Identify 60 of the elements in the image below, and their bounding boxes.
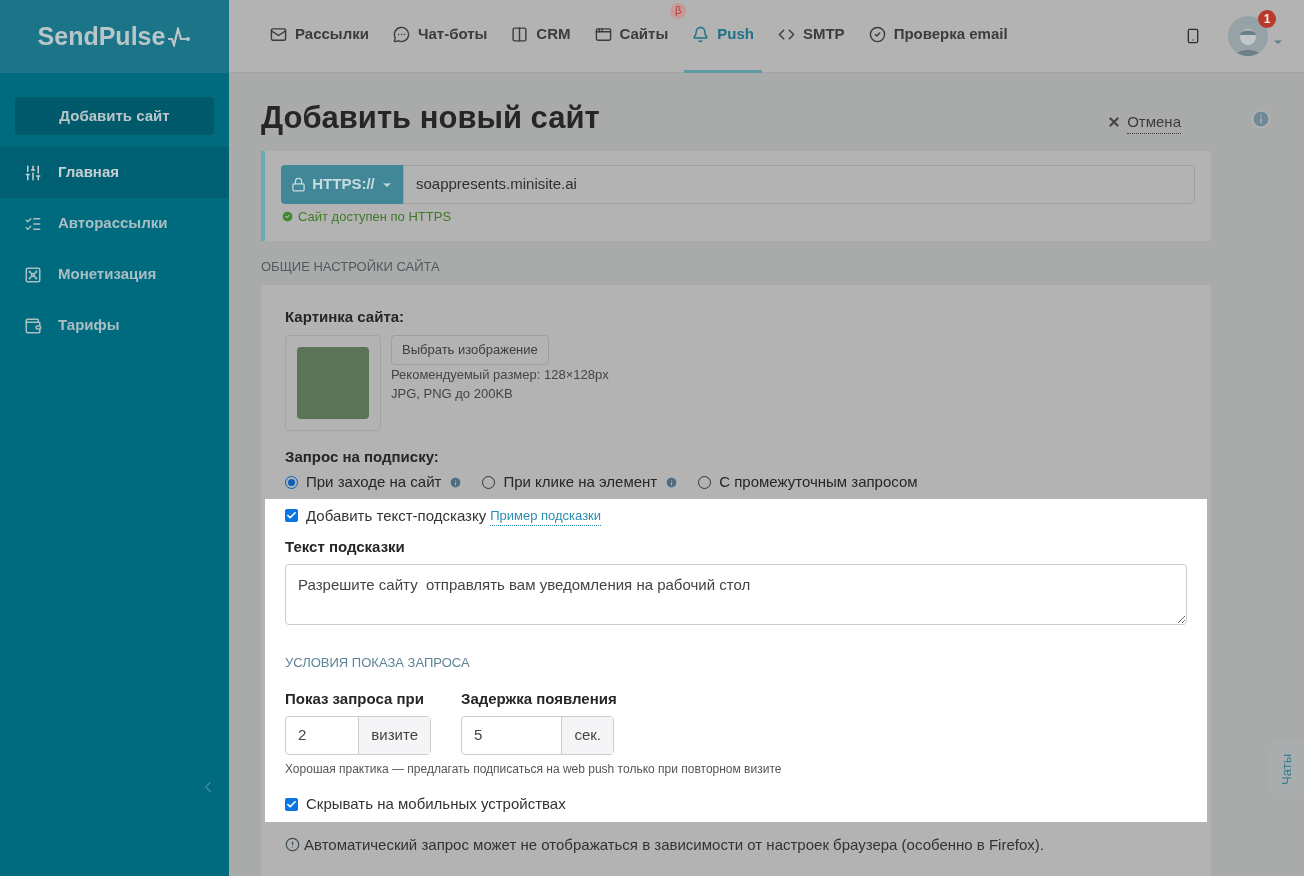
sidebar-item[interactable]: Главная	[0, 147, 229, 198]
alert-icon	[285, 837, 300, 853]
nav-tab[interactable]: Проверка email	[860, 0, 1016, 73]
notification-badge: 1	[1258, 10, 1276, 28]
field-label: Показ запроса при	[285, 689, 425, 709]
nav-tab[interactable]: SMTP	[769, 0, 853, 73]
number-input[interactable]: 2 визите	[285, 716, 431, 755]
radio-label: С промежуточным запросом	[719, 472, 918, 493]
conditions-note: Хорошая практика — предлагать подписаться на web push только при повторном визите	[285, 761, 783, 777]
field-label: Запрос на подписку:	[285, 446, 440, 467]
radio-label: При клике на элемент	[503, 472, 658, 493]
field-label: Текст подсказки	[285, 537, 406, 557]
nav-icon	[392, 26, 410, 43]
cancel-link[interactable]: Отмена	[1127, 110, 1181, 134]
checkbox-label: Скрывать на мобильных устройствах	[306, 794, 566, 814]
https-status: Сайт доступен по HTTPS	[298, 208, 452, 226]
lock-icon	[291, 177, 307, 192]
menu-icon	[24, 316, 42, 335]
hint-text-area[interactable]: Разрешите сайту отправлять вам уведомления на рабочий стол	[285, 564, 1187, 625]
checkbox[interactable]	[285, 509, 298, 523]
warning-text: Автоматический запрос может не отображаться в зависимости от настроек браузера (особенно в Firefox).	[304, 834, 1044, 855]
number-input[interactable]: 5 сек.	[461, 716, 614, 755]
mobile-icon[interactable]	[1185, 28, 1201, 44]
info-icon[interactable]	[1251, 109, 1271, 129]
radio-label: При заходе на сайт	[306, 472, 442, 493]
image-hint: JPG, PNG до 200KB	[391, 384, 514, 403]
checkbox[interactable]	[285, 797, 298, 811]
hint-example-link[interactable]: Пример подсказки	[490, 505, 602, 526]
nav-tab[interactable]: Чат-боты	[384, 0, 496, 73]
conditions-title: УСЛОВИЯ ПОКАЗА ЗАПРОСА	[285, 655, 471, 671]
nav-icon	[594, 26, 612, 43]
url-input[interactable]: soappresents.minisite.ai	[403, 165, 1195, 204]
close-icon[interactable]	[1107, 115, 1122, 130]
section-title: ОБЩИЕ НАСТРОЙКИ САЙТА	[261, 258, 441, 275]
sidebar-item[interactable]: Тарифы	[0, 300, 229, 351]
image-hint: Рекомендуемый размер: 128×128px	[391, 365, 609, 384]
menu-icon	[24, 163, 42, 182]
avatar[interactable]	[1228, 16, 1268, 56]
unit-addon: сек.	[561, 717, 613, 754]
choose-image-button[interactable]: Выбрать изображение	[391, 334, 549, 365]
nav-icon	[692, 26, 710, 43]
sidebar-item[interactable]: Монетизация	[0, 249, 229, 300]
page-title: Добавить новый сайт	[261, 99, 600, 137]
nav-icon	[511, 26, 529, 43]
nav-icon	[868, 26, 886, 43]
beta-badge: β	[670, 2, 687, 19]
check-circle-icon	[281, 210, 294, 224]
nav-tab[interactable]: CRM	[503, 0, 579, 73]
menu-icon	[24, 265, 42, 284]
sidebar-item[interactable]: Авторассылки	[0, 198, 229, 249]
checkbox-label: Добавить текст-подсказку	[306, 505, 487, 526]
field-label: Картинка сайта:	[285, 306, 406, 327]
add-site-button[interactable]: Добавить сайт	[15, 97, 214, 135]
unit-addon: визите	[358, 717, 430, 754]
info-icon[interactable]	[449, 476, 463, 489]
nav-tab[interactable]: Рассылки	[262, 0, 377, 73]
field-label: Задержка появления	[461, 689, 617, 709]
info-icon[interactable]	[665, 476, 679, 489]
nav-icon	[270, 26, 287, 43]
protocol-dropdown[interactable]: HTTPS://	[281, 165, 403, 204]
